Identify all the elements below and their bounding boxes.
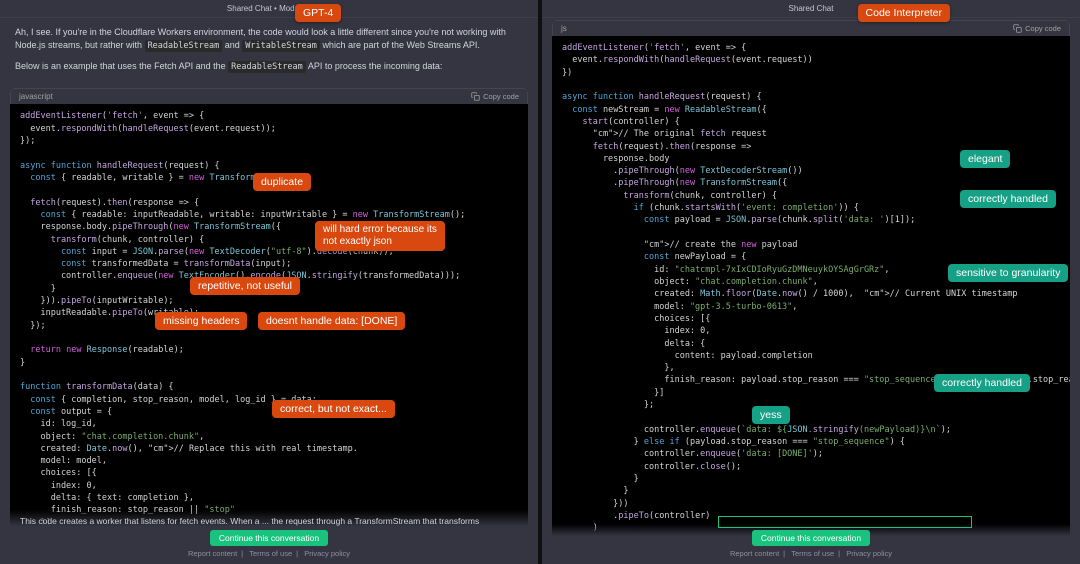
annot-yess: yess xyxy=(752,406,790,424)
annot-missing-headers: missing headers xyxy=(155,312,247,330)
code-lang-label: javascript xyxy=(19,92,53,101)
topbar-right: Shared Chat xyxy=(542,0,1080,18)
code-lang-label: js xyxy=(561,24,567,33)
copy-button[interactable]: Copy code xyxy=(1013,24,1061,33)
code-inline: ReadableStream xyxy=(228,61,306,73)
annot-elegant: elegant xyxy=(960,150,1010,168)
code-inline: ReadableStream xyxy=(145,40,223,52)
intro-text: API to process the incoming data: xyxy=(308,61,443,71)
footer-links: Report content| Terms of use| Privacy po… xyxy=(6,549,532,558)
copy-label: Copy code xyxy=(483,92,519,101)
code-header: javascript Copy code xyxy=(10,88,528,104)
footer-link[interactable]: Privacy policy xyxy=(304,549,350,558)
left-body: Ah, I see. If you're in the Cloudflare W… xyxy=(0,18,538,564)
copy-icon xyxy=(1013,24,1022,33)
right-pane: Shared Chat Code Interpreter js Copy cod… xyxy=(538,0,1080,564)
code-block-right: js Copy code addEventListener('fetch', e… xyxy=(552,20,1070,564)
annot-hard-error: will hard error because itsnot exactly j… xyxy=(315,221,445,251)
intro-text: and xyxy=(225,40,243,50)
code-content-right[interactable]: addEventListener('fetch', event => { eve… xyxy=(552,36,1070,564)
footer-left: This code creates a worker that listens … xyxy=(0,510,538,564)
footer-link[interactable]: Terms of use xyxy=(249,549,292,558)
annot-correct-not-exact: correct, but not exact... xyxy=(272,400,395,418)
footer-right: Continue this conversation Report conten… xyxy=(542,524,1080,564)
footer-link[interactable]: Report content xyxy=(730,549,779,558)
code-inline: WritableStream xyxy=(242,40,320,52)
intro-text: which are part of the Web Streams API. xyxy=(322,40,479,50)
footer-link[interactable]: Terms of use xyxy=(791,549,834,558)
intro-para-2: Below is an example that uses the Fetch … xyxy=(0,60,538,82)
annot-correctly-handled-2: correctly handled xyxy=(934,374,1030,392)
intro-para-1: Ah, I see. If you're in the Cloudflare W… xyxy=(0,18,538,60)
left-pane: Shared Chat • Model: D GPT-4 Ah, I see. … xyxy=(0,0,538,564)
continue-button[interactable]: Continue this conversation xyxy=(752,530,870,546)
annot-duplicate: duplicate xyxy=(253,173,311,191)
copy-icon xyxy=(471,92,480,101)
topbar-left: Shared Chat • Model: D xyxy=(0,0,538,18)
annot-sensitive: sensitive to granularity xyxy=(948,264,1068,282)
right-body: js Copy code addEventListener('fetch', e… xyxy=(542,18,1080,564)
code-header: js Copy code xyxy=(552,20,1070,36)
footer-link[interactable]: Report content xyxy=(188,549,237,558)
footer-links: Report content| Terms of use| Privacy po… xyxy=(548,549,1074,558)
topbar-text: Shared Chat xyxy=(789,4,834,13)
annot-repetitive: repetitive, not useful xyxy=(190,277,300,295)
header-chip-code-interpreter: Code Interpreter xyxy=(858,4,950,22)
footer-link[interactable]: Privacy policy xyxy=(846,549,892,558)
header-chip-gpt4: GPT-4 xyxy=(295,4,341,22)
copy-button[interactable]: Copy code xyxy=(471,92,519,101)
continue-button[interactable]: Continue this conversation xyxy=(210,530,328,546)
intro-text: Below is an example that uses the Fetch … xyxy=(15,61,228,71)
outro-text: This code creates a worker that listens … xyxy=(6,516,532,526)
copy-label: Copy code xyxy=(1025,24,1061,33)
annot-done: doesnt handle data: [DONE] xyxy=(258,312,405,330)
annot-correctly-handled-1: correctly handled xyxy=(960,190,1056,208)
